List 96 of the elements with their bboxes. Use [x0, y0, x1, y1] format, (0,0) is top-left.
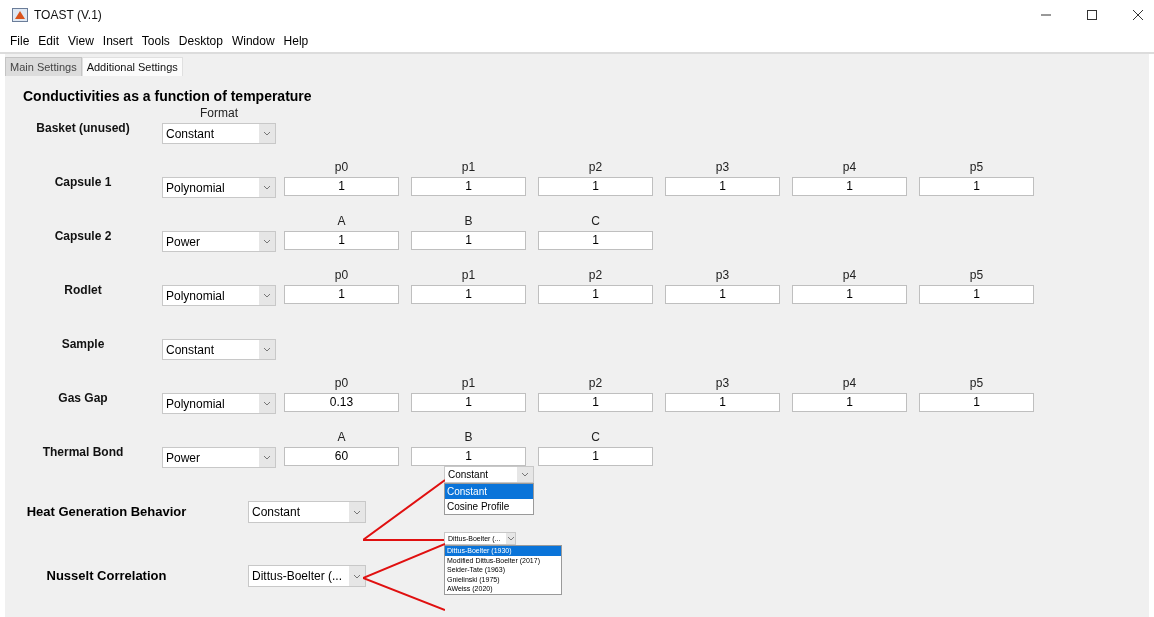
tab[interactable]: Main Settings	[5, 57, 82, 76]
column-header: p3	[715, 268, 730, 282]
menu-item[interactable]: Insert	[98, 34, 138, 48]
dropdown[interactable]: Constant	[248, 501, 366, 523]
dropdown[interactable]: Dittus-Boelter (...	[248, 565, 366, 587]
material-label: Gas Gap	[58, 391, 108, 405]
input-field[interactable]: 1	[284, 176, 399, 196]
input-field[interactable]: 1	[792, 176, 907, 196]
caret-icon	[263, 292, 271, 298]
input-field[interactable]: 1	[411, 446, 526, 466]
input-field[interactable]: 1	[538, 392, 653, 412]
maximize-icon[interactable]	[1086, 9, 1098, 21]
material-label: Capsule 2	[54, 229, 112, 243]
input-field[interactable]: 1	[284, 230, 399, 250]
dropdown[interactable]: Power	[162, 446, 276, 468]
input-field[interactable]: 1	[538, 446, 653, 466]
material-label: Sample	[61, 337, 105, 351]
caret-icon	[521, 472, 529, 477]
input-field[interactable]: 1	[792, 284, 907, 304]
dropdown[interactable]: Constant	[162, 122, 276, 144]
input-field[interactable]: 60	[284, 446, 399, 466]
tab[interactable]: Additional Settings	[81, 57, 183, 76]
menu-item[interactable]: Help	[279, 34, 314, 48]
caret-icon	[353, 573, 361, 579]
input-field[interactable]: 1	[284, 284, 399, 304]
column-header: Format	[200, 106, 238, 120]
menu-item[interactable]: Desktop	[174, 34, 228, 48]
dropdown[interactable]: Polynomial	[162, 176, 276, 198]
menu-item[interactable]: Edit	[34, 34, 65, 48]
menu-item[interactable]: Tools	[137, 34, 175, 48]
app-icon	[12, 8, 28, 22]
dropdown-option[interactable]: Constant	[445, 484, 533, 499]
input-field[interactable]: 1	[411, 392, 526, 412]
column-header: A	[337, 430, 346, 444]
input-field[interactable]: 1	[919, 176, 1034, 196]
caret-icon	[263, 130, 271, 136]
caret-icon	[353, 509, 361, 515]
caret-icon	[263, 454, 271, 460]
column-header: p2	[588, 376, 603, 390]
column-header: p5	[969, 268, 984, 282]
material-label: Basket (unused)	[36, 121, 130, 135]
dropdown[interactable]: Polynomial	[162, 392, 276, 414]
column-header: p5	[969, 160, 984, 174]
dropdown[interactable]: Power	[162, 230, 276, 252]
input-field[interactable]: 1	[411, 230, 526, 250]
input-field[interactable]: 1	[919, 392, 1034, 412]
close-icon[interactable]	[1132, 9, 1144, 21]
column-header: C	[591, 430, 600, 444]
column-header: p4	[842, 376, 857, 390]
material-label: Thermal Bond	[42, 445, 124, 459]
setting-label: Nusselt Correlation	[45, 567, 168, 583]
input-field[interactable]: 1	[665, 176, 780, 196]
column-header: p3	[715, 376, 730, 390]
dropdown[interactable]: Polynomial	[162, 284, 276, 306]
section-title: Conductivities as a function of temperature	[23, 88, 313, 104]
input-field[interactable]: 1	[665, 284, 780, 304]
input-field[interactable]: 1	[792, 392, 907, 412]
dropdown-option[interactable]: Cosine Profile	[445, 499, 533, 514]
menu-item[interactable]: Window	[227, 34, 280, 48]
input-field[interactable]: 1	[538, 284, 653, 304]
setting-label: Heat Generation Behavior	[25, 503, 188, 519]
column-header: p2	[588, 160, 603, 174]
input-field[interactable]: 1	[411, 176, 526, 196]
material-label: Rodlet	[64, 283, 102, 297]
column-header: p4	[842, 160, 857, 174]
window-title: TOAST (V.1)	[34, 8, 103, 22]
caret-icon	[263, 346, 271, 352]
column-header: B	[464, 430, 473, 444]
input-field[interactable]: 1	[538, 176, 653, 196]
input-field[interactable]: 0.13	[284, 392, 399, 412]
column-header: p5	[969, 376, 984, 390]
input-field[interactable]: 1	[538, 230, 653, 250]
column-header: p1	[461, 268, 476, 282]
menu-item[interactable]: View	[64, 34, 99, 48]
column-header: p0	[334, 376, 349, 390]
caret-icon	[263, 238, 271, 244]
column-header: p4	[842, 268, 857, 282]
caret-icon	[506, 536, 515, 541]
dropdown[interactable]: Constant	[444, 466, 534, 483]
column-header: p1	[461, 376, 476, 390]
caret-icon	[263, 400, 271, 406]
column-header: p3	[715, 160, 730, 174]
menu-item[interactable]: File	[6, 34, 35, 48]
column-header: p0	[334, 268, 349, 282]
column-header: A	[337, 214, 346, 228]
input-field[interactable]: 1	[919, 284, 1034, 304]
caret-icon	[263, 184, 271, 190]
dropdown[interactable]: Constant	[162, 338, 276, 360]
column-header: B	[464, 214, 473, 228]
column-header: p1	[461, 160, 476, 174]
input-field[interactable]: 1	[411, 284, 526, 304]
material-label: Capsule 1	[54, 175, 112, 189]
column-header: p2	[588, 268, 603, 282]
column-header: p0	[334, 160, 349, 174]
column-header: C	[591, 214, 600, 228]
input-field[interactable]: 1	[665, 392, 780, 412]
